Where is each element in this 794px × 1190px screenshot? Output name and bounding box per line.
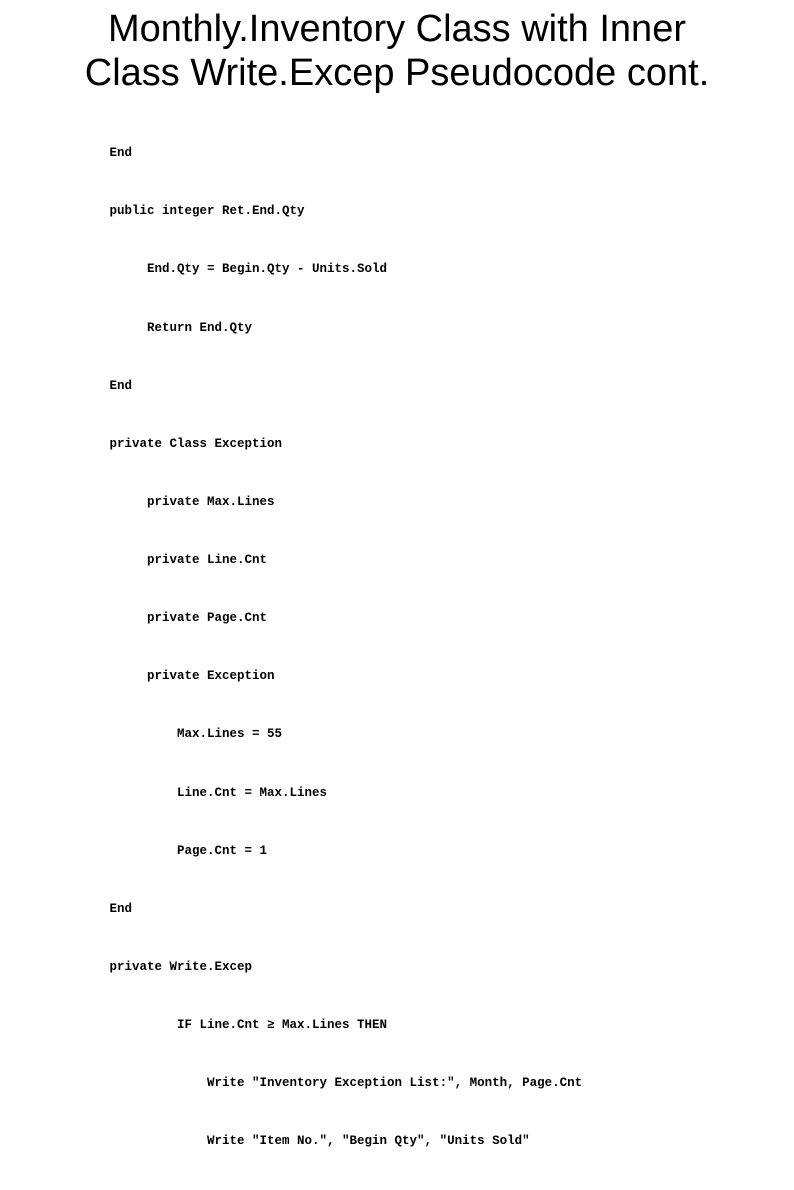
code-line: public integer Ret.End.Qty	[42, 202, 752, 221]
code-line: private Page.Cnt	[42, 609, 752, 628]
code-line: Return End.Qty	[42, 319, 752, 338]
code-line: Line.Cnt = Max.Lines	[42, 784, 752, 803]
code-line: Page.Cnt = 1	[42, 842, 752, 861]
pseudocode-block: End public integer Ret.End.Qty End.Qty =…	[42, 99, 752, 1190]
code-line: private Class Exception	[42, 435, 752, 454]
code-line: Max.Lines = 55	[42, 725, 752, 744]
title-line-2: Class Write.Excep Pseudocode cont.	[85, 52, 710, 94]
code-line: Write "Inventory Exception List:", Month…	[42, 1074, 752, 1093]
code-line: private Max.Lines	[42, 493, 752, 512]
code-line: End.Qty = Begin.Qty - Units.Sold	[42, 260, 752, 279]
title-line-1: Monthly.Inventory Class with Inner	[108, 8, 686, 50]
code-line: End	[42, 377, 752, 396]
slide: Monthly.Inventory Class with Inner Class…	[0, 8, 794, 603]
slide-title: Monthly.Inventory Class with Inner Class…	[0, 8, 794, 95]
code-line: End	[42, 900, 752, 919]
code-line: private Line.Cnt	[42, 551, 752, 570]
code-line: IF Line.Cnt ≥ Max.Lines THEN	[42, 1016, 752, 1035]
code-line: private Write.Excep	[42, 958, 752, 977]
code-line: End	[42, 144, 752, 163]
code-line: Write "Item No.", "Begin Qty", "Units So…	[42, 1132, 752, 1151]
code-line: private Exception	[42, 667, 752, 686]
